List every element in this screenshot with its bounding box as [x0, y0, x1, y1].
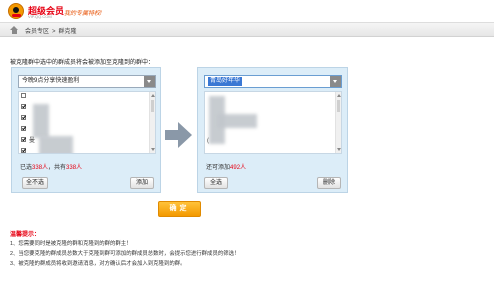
breadcrumb: 会员专区 > 群克隆 — [0, 22, 494, 37]
member-checkbox[interactable] — [21, 136, 26, 142]
home-icon[interactable] — [10, 26, 19, 34]
slogan: 我的专属特权! — [64, 11, 102, 17]
redacted-names-blur — [39, 136, 73, 153]
target-group-select-value: 青岛好年华 — [208, 77, 243, 86]
source-group-panel: 今晚9点分享快速盈利 曼 已选338人，共有338人 全不选 添加 — [11, 67, 161, 193]
qq-penguin-icon — [8, 3, 24, 19]
scroll-thumb[interactable] — [151, 100, 154, 112]
source-group-select-value: 今晚9点分享快速盈利 — [22, 78, 80, 84]
source-member-list[interactable]: 曼 — [18, 91, 156, 154]
target-group-panel: 青岛好年华 ( 还可添加492人 全选 删除 — [197, 67, 348, 193]
select-all-button[interactable]: 全选 — [204, 177, 228, 189]
breadcrumb-item-member-zone[interactable]: 会员专区 — [25, 29, 49, 35]
scroll-down-icon[interactable] — [151, 148, 155, 151]
breadcrumb-item-group-clone: 群克隆 — [58, 29, 77, 35]
list-item[interactable] — [205, 103, 341, 114]
list-item[interactable] — [19, 92, 155, 103]
logo-subtitle: VIP.QQ.COM — [28, 14, 52, 19]
chevron-down-icon[interactable] — [330, 76, 341, 87]
remaining-count: 492人 — [230, 165, 247, 171]
list-item[interactable]: ( — [205, 136, 341, 147]
unselect-all-button[interactable]: 全不选 — [22, 177, 48, 189]
instruction-text: 被克隆群中选中的群成员将会被添加至克隆到的群中： — [10, 60, 155, 66]
scrollbar[interactable] — [149, 92, 155, 153]
target-member-list[interactable]: ( — [204, 91, 342, 154]
tip-item: 2、当您要克隆的群成员总数大于克隆到群可添加的群成员总数时，会提示您进行群成员的… — [10, 251, 240, 257]
delete-button[interactable]: 删除 — [317, 177, 341, 189]
redacted-names-blur — [217, 114, 257, 128]
confirm-button[interactable]: 确定 — [158, 201, 201, 217]
tip-item: 3、被克隆的群成员将收到邀请消息，对方确认后才会加入到克隆到的群。 — [10, 261, 186, 267]
scrollbar[interactable] — [335, 92, 341, 153]
scroll-down-icon[interactable] — [337, 148, 341, 151]
member-checkbox[interactable] — [21, 147, 26, 153]
target-group-select[interactable]: 青岛好年华 — [204, 75, 342, 88]
selected-count: 338人 — [32, 165, 49, 171]
chevron-down-icon[interactable] — [144, 76, 155, 87]
arrow-right-icon — [165, 122, 192, 148]
member-checkbox[interactable] — [21, 92, 26, 98]
total-count: 338人 — [66, 165, 83, 171]
breadcrumb-separator: > — [52, 29, 56, 35]
remaining-count-text: 还可添加492人 — [206, 165, 247, 171]
tips-title: 温馨提示： — [10, 232, 41, 238]
scroll-up-icon[interactable] — [151, 94, 155, 97]
member-checkbox[interactable] — [21, 125, 26, 131]
top-bar: 超级会员 VIP.QQ.COM 我的专属特权! — [0, 0, 494, 22]
source-group-select[interactable]: 今晚9点分享快速盈利 — [18, 75, 156, 88]
list-item[interactable] — [205, 92, 341, 103]
member-name: 曼 — [29, 138, 36, 144]
tip-item: 1、您需要同时是被克隆的群和克隆到的群的群主！ — [10, 241, 132, 247]
scroll-thumb[interactable] — [337, 100, 340, 112]
redacted-names-blur — [33, 104, 49, 138]
scroll-up-icon[interactable] — [337, 94, 341, 97]
member-checkbox[interactable] — [21, 114, 26, 120]
add-button[interactable]: 添加 — [130, 177, 154, 189]
member-checkbox[interactable] — [21, 103, 26, 109]
list-item[interactable] — [205, 147, 341, 153]
selected-count-text: 已选338人，共有338人 — [20, 165, 83, 171]
